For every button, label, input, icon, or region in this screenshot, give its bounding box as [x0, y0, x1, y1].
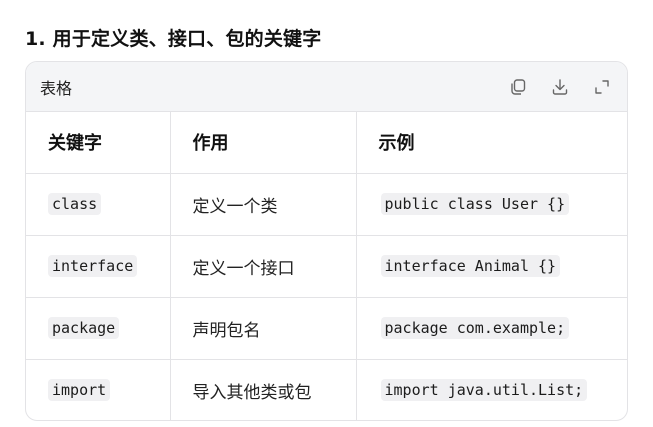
purpose-cell: 定义一个类 — [170, 173, 357, 236]
example-cell: package com.example; — [356, 297, 627, 360]
example-cell: interface Animal {} — [356, 235, 627, 298]
purpose-cell: 导入其他类或包 — [170, 359, 357, 420]
download-icon — [552, 78, 568, 95]
example-cell: public class User {} — [356, 173, 627, 236]
keyword-cell: class — [26, 173, 171, 236]
expand-icon — [595, 79, 609, 94]
keyword-cell: interface — [26, 235, 171, 298]
table-row: import 导入其他类或包 import java.util.List; — [26, 359, 627, 420]
copy-icon — [511, 78, 526, 95]
header-purpose: 作用 — [170, 112, 357, 174]
table-card-header: 表格 — [26, 62, 627, 112]
keyword-code: interface — [48, 255, 138, 277]
table-row: interface 定义一个接口 interface Animal {} — [26, 235, 627, 298]
purpose-cell: 定义一个接口 — [170, 235, 357, 298]
table-row: class 定义一个类 public class User {} — [26, 173, 627, 236]
keyword-code: class — [48, 193, 102, 215]
copy-button[interactable] — [507, 76, 529, 98]
keyword-cell: package — [26, 297, 171, 360]
table-actions — [507, 76, 613, 98]
purpose-cell: 声明包名 — [170, 297, 357, 360]
download-button[interactable] — [549, 76, 571, 98]
keyword-table: 关键字 作用 示例 class 定义一个类 public class User … — [26, 112, 627, 420]
keyword-code: package — [48, 317, 120, 339]
table-card: 表格 关键字 作用 示例 class 定义一个类 public class Us… — [25, 61, 628, 421]
expand-button[interactable] — [591, 76, 613, 98]
example-cell: import java.util.List; — [356, 359, 627, 420]
example-code: public class User {} — [380, 193, 570, 215]
example-code: package com.example; — [380, 317, 570, 339]
table-row: package 声明包名 package com.example; — [26, 297, 627, 360]
table-card-title: 表格 — [40, 78, 73, 98]
example-code: interface Animal {} — [380, 255, 561, 277]
keyword-cell: import — [26, 359, 171, 420]
header-example: 示例 — [356, 112, 627, 174]
keyword-code: import — [48, 379, 111, 402]
header-keyword: 关键字 — [26, 112, 171, 174]
table-header-row: 关键字 作用 示例 — [26, 112, 627, 174]
section-heading: 1. 用于定义类、接口、包的关键字 — [25, 28, 322, 50]
example-code: import java.util.List; — [380, 379, 588, 402]
